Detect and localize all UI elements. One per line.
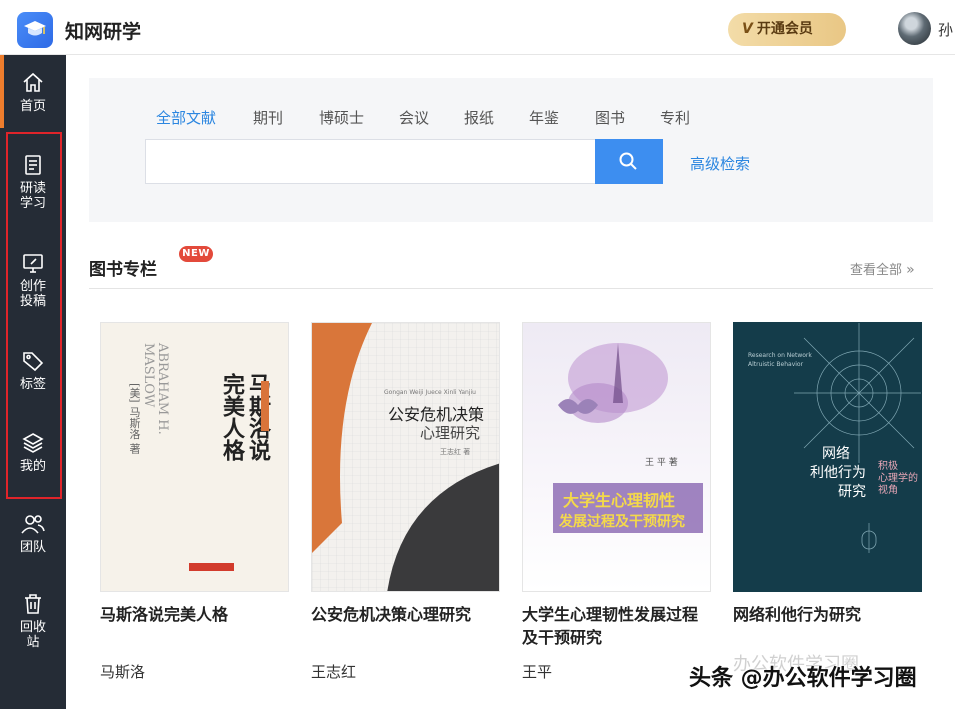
section-title: 图书专栏 xyxy=(89,260,157,280)
cover-author: 王 平 著 xyxy=(645,458,678,468)
book-title-1[interactable]: 马斯洛说完美人格 xyxy=(100,603,300,626)
tab-all-literature[interactable]: 全部文献 xyxy=(156,107,216,128)
cover-title-line1: 网络 xyxy=(822,446,850,462)
sidebar-item-label: 回收站 xyxy=(19,620,46,650)
advanced-search-link[interactable]: 高级检索 xyxy=(690,153,750,174)
sidebar: 首页 研读 学习 创作 投稿 标签 我的 团队 回收站 xyxy=(0,55,66,709)
tab-books[interactable]: 图书 xyxy=(595,107,625,128)
watermark: 头条 @办公软件学习圈 xyxy=(689,666,917,691)
search-panel: 全部文献 期刊 博硕士 会议 报纸 年鉴 图书 专利 高级检索 xyxy=(89,78,933,222)
sidebar-item-recycle-bin[interactable]: 回收站 xyxy=(0,592,66,650)
vip-subscribe-button[interactable]: V 开通会员 xyxy=(728,13,846,46)
tab-yearbooks[interactable]: 年鉴 xyxy=(529,107,559,128)
view-all-label: 查看全部 xyxy=(850,263,903,278)
divider xyxy=(89,288,933,289)
tab-newspapers[interactable]: 报纸 xyxy=(464,107,494,128)
book-author-1: 马斯洛 xyxy=(100,663,146,681)
book-cover-2[interactable]: Gongan Weiji Juece Xinli Yanjiu 公安危机决策 心… xyxy=(311,322,500,592)
home-icon xyxy=(23,72,43,92)
highlight-box xyxy=(6,132,62,499)
sidebar-item-home[interactable]: 首页 xyxy=(0,71,66,114)
tab-conferences[interactable]: 会议 xyxy=(399,107,429,128)
book-title-2[interactable]: 公安危机决策心理研究 xyxy=(311,603,511,626)
app-name: 知网研学 xyxy=(65,21,142,43)
tab-journals[interactable]: 期刊 xyxy=(253,107,283,128)
cover-side-text: ABRAHAM H. MASLOW xyxy=(141,343,170,435)
sidebar-item-team[interactable]: 团队 xyxy=(0,512,66,555)
search-button[interactable] xyxy=(595,139,663,184)
cover-pinyin: Gongan Weiji Juece Xinli Yanjiu xyxy=(384,389,476,396)
book-cover-4[interactable]: Research on Network Altruistic Behavior … xyxy=(733,322,922,592)
new-badge: NEW xyxy=(179,246,213,262)
vip-v-icon: V xyxy=(742,21,753,37)
team-icon xyxy=(21,515,45,534)
vip-label: 开通会员 xyxy=(756,21,813,37)
cover-author: [美] 马斯洛 著 xyxy=(128,383,141,454)
cover-title-line1: 大学生心理韧性 xyxy=(563,491,676,510)
cover-subtitle: 积极 心理学的 视角 xyxy=(878,461,918,496)
cover-title-line2: 利他行为 xyxy=(810,465,866,481)
publisher-logo xyxy=(189,563,234,571)
double-chevron-right-icon: » xyxy=(906,262,915,278)
sidebar-item-label: 团队 xyxy=(19,540,46,555)
cover-title-line2: 发展过程及干预研究 xyxy=(559,514,685,530)
search-icon xyxy=(619,152,637,170)
tab-patents[interactable]: 专利 xyxy=(660,107,690,128)
book-cover-3[interactable]: 王 平 著 大学生心理韧性 发展过程及干预研究 xyxy=(522,322,711,592)
app-logo-icon[interactable] xyxy=(17,12,53,48)
cover-title-line2: 心理研究 xyxy=(420,424,481,442)
user-name[interactable]: 孙 xyxy=(938,19,953,40)
cover-art xyxy=(312,323,499,591)
cover-ribbon xyxy=(261,381,269,431)
cover-title-line3: 研究 xyxy=(838,484,866,500)
book-title-4[interactable]: 网络利他行为研究 xyxy=(733,603,933,626)
book-author-2: 王志红 xyxy=(311,663,357,681)
view-all-link[interactable]: 查看全部 » xyxy=(850,259,915,278)
book-author-3: 王平 xyxy=(522,663,553,681)
search-input[interactable] xyxy=(145,139,596,184)
tab-theses[interactable]: 博硕士 xyxy=(319,107,364,128)
book-cover-1[interactable]: ABRAHAM H. MASLOW [美] 马斯洛 著 马斯洛说 完美人格 xyxy=(100,322,289,592)
cover-english-title: Research on Network Altruistic Behavior xyxy=(748,352,812,368)
book-title-3[interactable]: 大学生心理韧性发展过程及干预研究 xyxy=(522,603,712,649)
cover-author: 王志红 著 xyxy=(440,448,471,456)
top-bar: 知网研学 V 开通会员 孙 xyxy=(0,0,955,55)
cover-art xyxy=(553,343,703,533)
sidebar-item-label: 首页 xyxy=(19,99,46,114)
avatar[interactable] xyxy=(898,12,931,45)
trash-icon xyxy=(25,594,41,614)
